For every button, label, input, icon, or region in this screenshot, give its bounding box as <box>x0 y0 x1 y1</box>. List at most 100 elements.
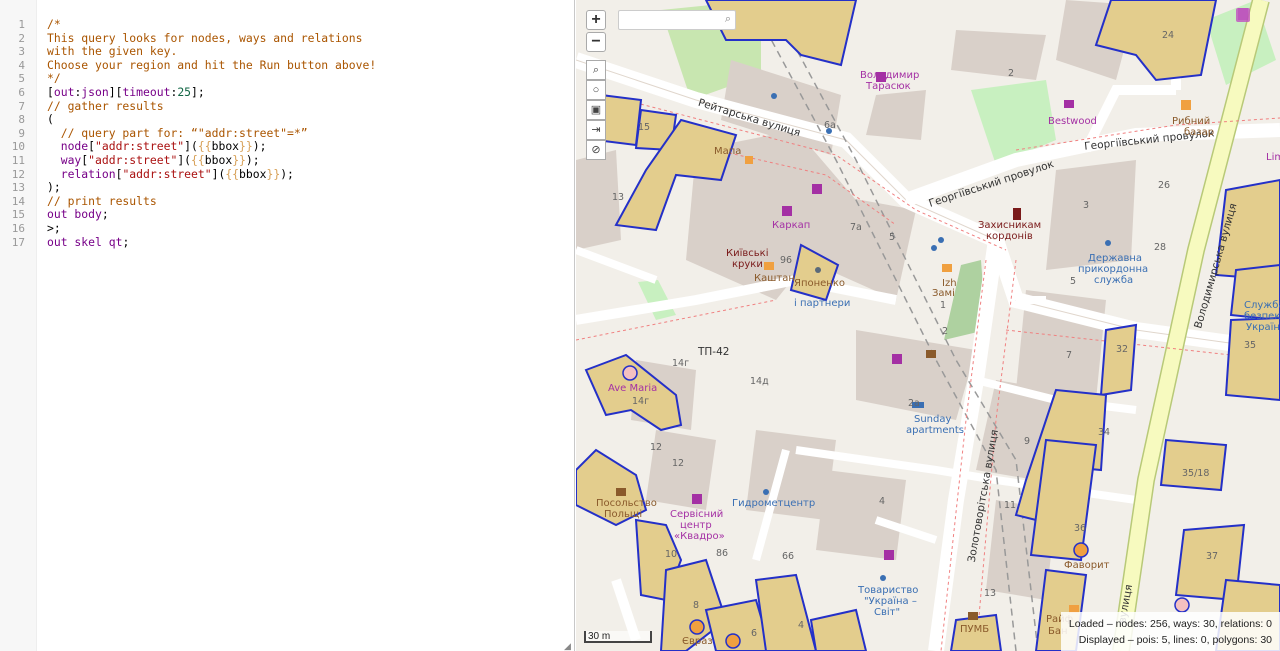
map-canvas[interactable] <box>576 0 1280 651</box>
code-line[interactable]: This query looks for nodes, ways and rel… <box>47 30 376 46</box>
code-line[interactable]: Choose your region and hit the Run butto… <box>47 57 377 73</box>
line-number: 16 <box>11 222 25 235</box>
poi-label: і партнери <box>794 298 851 309</box>
code-token: ; <box>101 207 109 222</box>
code-line[interactable]: node["addr:street"]({{bbox}}); <box>47 140 376 154</box>
ban-icon[interactable]: ⊘ <box>586 140 606 160</box>
house-number: 11 <box>1004 500 1017 511</box>
poi-label: Мапа <box>714 146 742 157</box>
poi-label: Ave Maria <box>608 383 658 394</box>
line-number: 5 <box>18 72 25 86</box>
house-number: 66 <box>782 551 795 562</box>
map-view[interactable]: + − ⌕ ○ ▣ ⇥ ⊘ ⌕ Рейтарська вулиця Георгі… <box>576 0 1280 651</box>
image-icon[interactable]: ▣ <box>586 100 606 120</box>
house-number: 7 <box>1066 350 1073 361</box>
resize-handle-icon[interactable]: ◢ <box>564 641 572 651</box>
house-number: 2 <box>942 326 949 337</box>
zoom-out-button[interactable]: − <box>586 32 606 52</box>
code-token: }} <box>239 139 253 154</box>
house-number: 13 <box>612 192 625 203</box>
code-token: out body <box>47 207 102 222</box>
line-number: 9 <box>18 126 25 140</box>
code-text[interactable]: /* This query looks for nodes, ways and r… <box>47 17 377 250</box>
arrow-icon[interactable]: ⇥ <box>586 120 606 140</box>
code-line[interactable]: out body; <box>47 208 376 222</box>
code-line[interactable]: out skel qt; <box>47 234 376 250</box>
house-number: 86 <box>716 548 729 559</box>
map-search-input[interactable]: ⌕ <box>618 10 736 30</box>
code-line[interactable]: ( <box>47 112 376 127</box>
poi-label: безпеки <box>1244 311 1280 322</box>
code-token: ]( <box>184 139 198 154</box>
house-number: 15 <box>638 122 651 133</box>
poi-label: Посольство <box>596 498 657 509</box>
poi-label: Сервісний <box>670 509 724 520</box>
line-number: 14 <box>11 194 25 208</box>
status-loaded: Loaded – nodes: 256, ways: 30, relations… <box>1068 618 1272 630</box>
search-icon[interactable]: ⌕ <box>586 60 606 80</box>
layers-icon[interactable] <box>1236 8 1250 22</box>
house-number: 9 <box>1024 436 1031 447</box>
house-number: 14д <box>750 376 769 387</box>
code-line[interactable]: */ <box>47 72 376 86</box>
house-number: 2 <box>1008 68 1015 79</box>
code-token: This query looks for nodes, ways and rel… <box>47 30 363 45</box>
code-token: out skel qt <box>47 234 123 249</box>
code-line[interactable]: /* <box>47 17 376 32</box>
code-token: relation <box>60 166 116 181</box>
code-token: Choose your region and hit the Run butto… <box>47 57 377 72</box>
poi-label: Lim <box>1266 152 1280 163</box>
code-token: ]; <box>191 84 205 99</box>
house-number: 12 <box>672 458 685 469</box>
line-number: 2 <box>18 31 25 45</box>
poi-label: ПУМБ <box>960 624 990 635</box>
line-number: 4 <box>18 58 25 72</box>
zoom-in-button[interactable]: + <box>586 10 606 30</box>
poi-label: Державна <box>1088 253 1143 264</box>
code-token: ); <box>252 139 267 154</box>
code-token: {{ <box>225 166 240 181</box>
code-line[interactable]: // query part for: “"addr:street"=*” <box>47 126 376 141</box>
status-panel: Loaded – nodes: 256, ways: 30, relations… <box>1060 612 1280 651</box>
house-number: 14г <box>672 358 690 369</box>
search-icon[interactable]: ⌕ <box>725 13 731 26</box>
code-line[interactable]: ); <box>47 180 376 195</box>
poi-label: базар <box>1184 127 1215 138</box>
code-line[interactable]: // print results <box>47 194 376 209</box>
code-token: ; <box>122 234 130 249</box>
code-token: ); <box>47 180 61 195</box>
code-token: node <box>60 139 89 154</box>
house-number: 4 <box>798 620 805 631</box>
poi-label: Товариство <box>858 585 919 596</box>
line-number: 6 <box>18 86 25 99</box>
poi-label: Замі <box>932 288 955 299</box>
line-number: 15 <box>11 208 25 222</box>
poi-label: ТП-42 <box>698 346 730 358</box>
poi-label: Захисникам <box>978 220 1042 231</box>
poi-label: Каштан <box>754 273 795 284</box>
poi-label: Японенко <box>794 278 845 289</box>
code-line[interactable]: [out:json][timeout:25]; <box>47 84 376 100</box>
query-editor[interactable]: 1 2 3 4 5 6 7 8 9 10 11 12 13 14 15 16 17 /* This query l… <box>0 0 575 651</box>
poi-label: Рибний <box>1172 116 1211 127</box>
circle-icon[interactable]: ○ <box>586 80 606 100</box>
code-token: ); <box>245 152 260 167</box>
poi-label: Sunday <box>914 414 952 425</box>
line-number: 7 <box>18 99 25 113</box>
code-line[interactable]: relation["addr:street"]({{bbox}}); <box>47 166 376 182</box>
code-line[interactable]: // gather results <box>47 99 376 114</box>
code-line[interactable]: with the given key. <box>47 44 376 59</box>
code-line[interactable]: way["addr:street"]({{bbox}}); <box>47 152 376 168</box>
poi-label: Фаворит <box>1064 560 1110 571</box>
house-number: 35/18 <box>1182 468 1210 479</box>
code-token: [ <box>88 139 96 154</box>
poi-label: Володимир <box>860 70 920 81</box>
code-token: }} <box>232 152 246 167</box>
poi-label: Польщі <box>604 509 643 520</box>
line-number: 17 <box>11 235 25 249</box>
code-token: json <box>81 84 109 99</box>
line-number: 10 <box>11 140 25 154</box>
house-number: 6а <box>824 120 836 131</box>
code-line[interactable]: >; <box>47 221 376 236</box>
